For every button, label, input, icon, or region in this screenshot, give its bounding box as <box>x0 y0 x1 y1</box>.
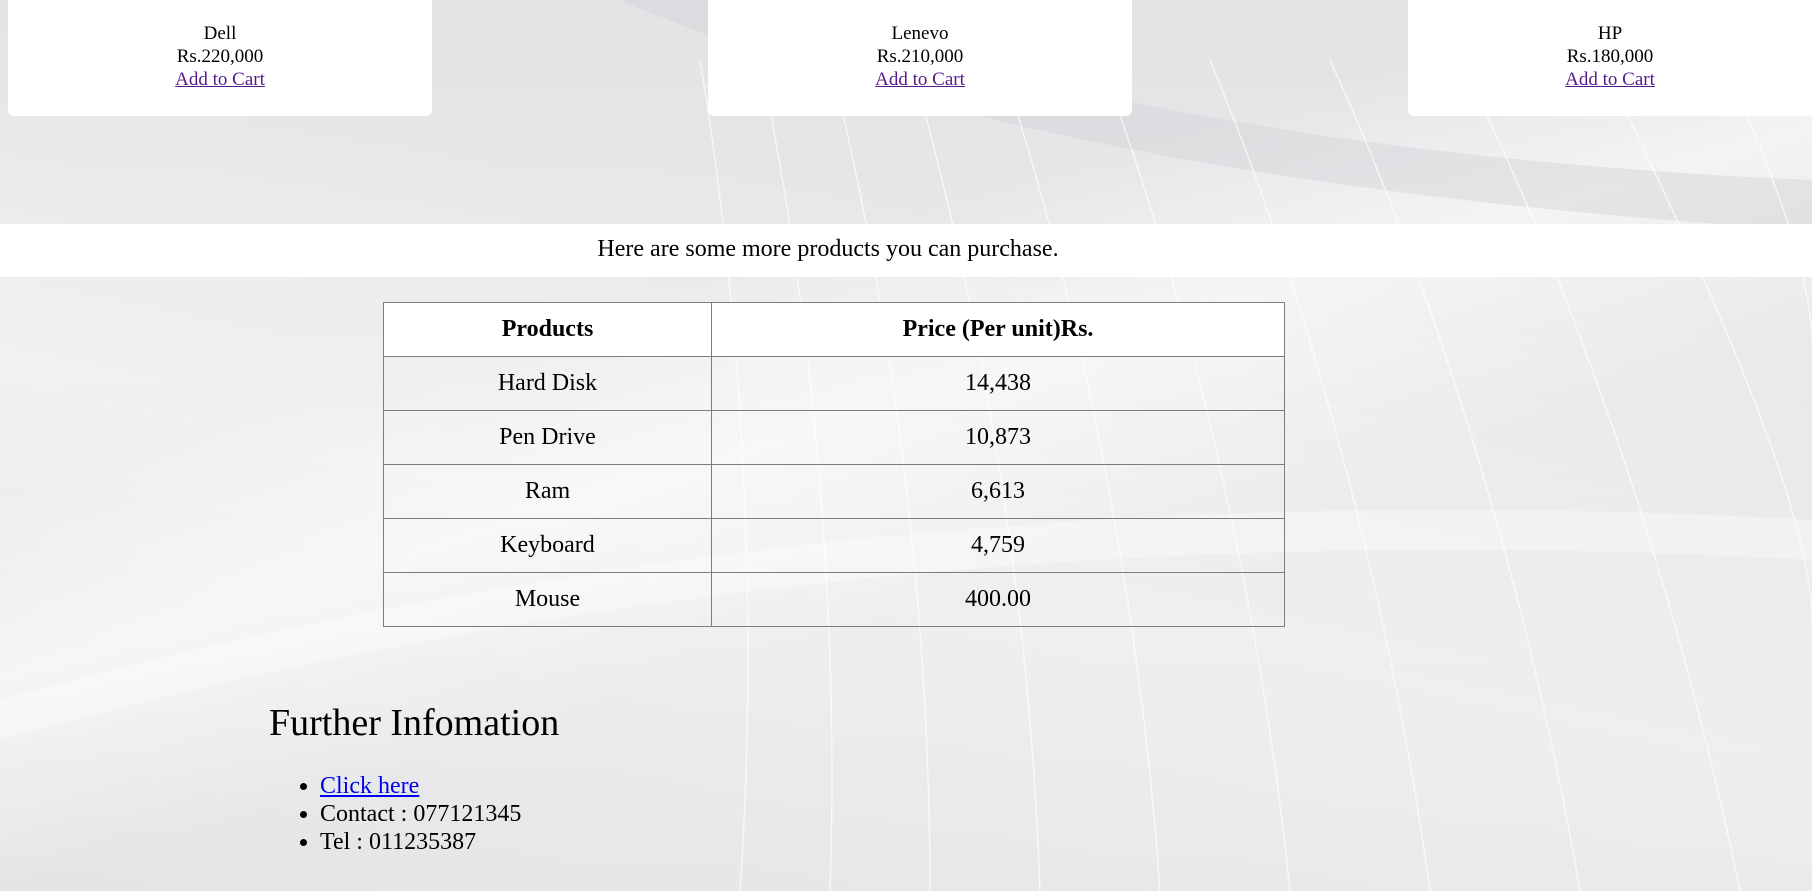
product-price: Rs.210,000 <box>876 46 964 67</box>
add-to-cart-link[interactable]: Add to Cart <box>1565 69 1655 90</box>
price-cell: 400.00 <box>711 572 1285 627</box>
product-cell: Ram <box>383 464 712 519</box>
product-cell: Pen Drive <box>383 410 712 465</box>
product-name: HP <box>1597 23 1623 44</box>
further-information-heading: Further Infomation <box>269 702 560 744</box>
column-header-price: Price (Per unit)Rs. <box>711 302 1285 357</box>
table-row: Mouse 400.00 <box>383 572 1285 627</box>
price-cell: 4,759 <box>711 518 1285 573</box>
tel-item: Tel : 011235387 <box>320 828 559 856</box>
product-card-dell: Dell Rs.220,000 Add to Cart <box>8 0 432 116</box>
products-price-table: Products Price (Per unit)Rs. Hard Disk 1… <box>383 302 1285 627</box>
product-price: Rs.220,000 <box>176 46 264 67</box>
further-information-section: Further Infomation Click here Contact : … <box>269 700 559 856</box>
product-name: Lenevo <box>891 23 949 44</box>
product-card-lenevo: Lenevo Rs.210,000 Add to Cart <box>708 0 1132 116</box>
table-row: Ram 6,613 <box>383 464 1285 519</box>
list-item: Click here <box>320 772 559 800</box>
price-cell: 14,438 <box>711 356 1285 411</box>
further-information-list: Click here Contact : 077121345 Tel : 011… <box>269 772 559 856</box>
promo-banner: Here are some more products you can purc… <box>0 224 1812 277</box>
table-row: Pen Drive 10,873 <box>383 410 1285 465</box>
add-to-cart-link[interactable]: Add to Cart <box>875 69 965 90</box>
table-row: Keyboard 4,759 <box>383 518 1285 573</box>
product-price: Rs.180,000 <box>1566 46 1654 67</box>
contact-item: Contact : 077121345 <box>320 800 559 828</box>
promo-text: Here are some more products you can purc… <box>597 236 1059 262</box>
product-card-hp: HP Rs.180,000 Add to Cart <box>1408 0 1812 116</box>
product-name: Dell <box>203 23 237 44</box>
price-cell: 10,873 <box>711 410 1285 465</box>
add-to-cart-link[interactable]: Add to Cart <box>175 69 265 90</box>
column-header-products: Products <box>383 302 712 357</box>
table-header-row: Products Price (Per unit)Rs. <box>383 302 1285 357</box>
product-cell: Keyboard <box>383 518 712 573</box>
table-row: Hard Disk 14,438 <box>383 356 1285 411</box>
click-here-link[interactable]: Click here <box>320 773 419 799</box>
price-cell: 6,613 <box>711 464 1285 519</box>
product-cell: Hard Disk <box>383 356 712 411</box>
product-cell: Mouse <box>383 572 712 627</box>
